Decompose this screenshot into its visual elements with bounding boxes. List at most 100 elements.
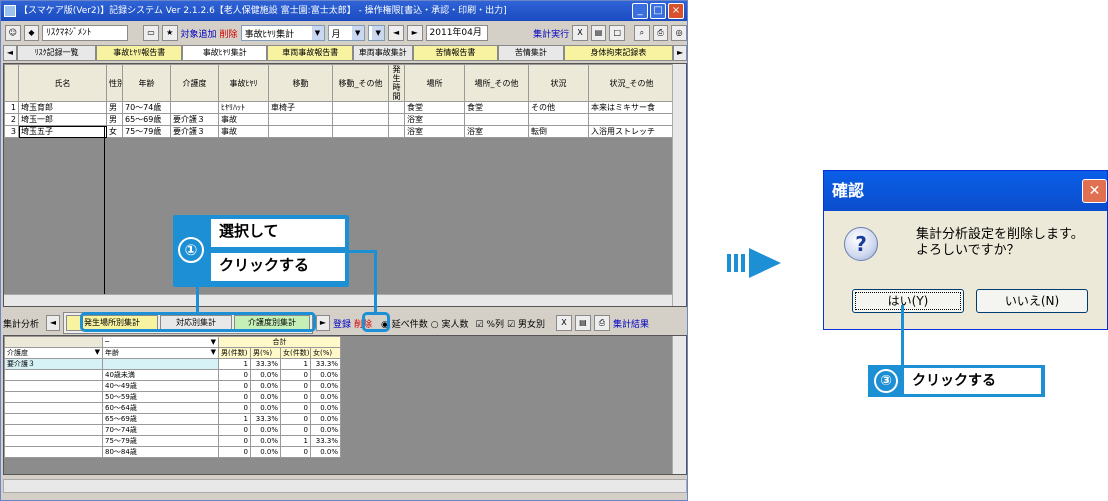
col-header-place[interactable]: 場所: [404, 64, 465, 102]
cell[interactable]: [332, 113, 389, 126]
no-button[interactable]: いいえ(N): [976, 289, 1088, 313]
cell[interactable]: [332, 125, 389, 138]
cell[interactable]: 浴室: [404, 113, 465, 126]
tab-vehicle-report[interactable]: 車両事故報告書: [267, 45, 353, 61]
analysis-tab-right-icon[interactable]: ►: [316, 315, 330, 331]
cell[interactable]: [464, 113, 529, 126]
table-row[interactable]: 40～49歳 0 0.0% 0 0.0%: [4, 380, 341, 392]
tab-vehicle-summary[interactable]: 車両事故集計: [352, 45, 413, 61]
cell[interactable]: 事故: [218, 113, 269, 126]
cell[interactable]: 転倒: [528, 125, 589, 138]
cell[interactable]: 要介護３: [170, 113, 219, 126]
care-level-select[interactable]: 介護度 ▼: [4, 347, 103, 359]
excel-icon[interactable]: X: [572, 25, 588, 41]
cell[interactable]: その他: [528, 101, 589, 114]
cell[interactable]: [268, 125, 333, 138]
risk-management-field[interactable]: ﾘｽｸﾏﾈｼﾞﾒﾝﾄ: [42, 25, 129, 41]
col-header-movement-other[interactable]: 移動_その他: [332, 64, 389, 102]
cell[interactable]: [388, 113, 405, 126]
col-header-situation[interactable]: 状況: [528, 64, 589, 102]
table-row[interactable]: 1 埼玉育郎 男 70～74歳 ﾋﾔﾘﾊｯﾄ 車椅子 食堂 食堂 その他 本来は…: [4, 101, 675, 114]
analysis-tab-left-icon[interactable]: ◄: [46, 315, 60, 331]
cell[interactable]: [170, 101, 219, 114]
col-header-incident[interactable]: 事故ﾋﾔﾘ: [218, 64, 269, 102]
star-icon[interactable]: ★: [161, 25, 178, 41]
delete-link[interactable]: 削除: [220, 27, 238, 40]
prev-arrow-icon[interactable]: ◄: [388, 25, 404, 41]
cell[interactable]: 男: [106, 101, 123, 114]
table-row[interactable]: 40歳未満 0 0.0% 0 0.0%: [4, 369, 341, 381]
checkbox-gender[interactable]: ☑ 男女別: [507, 317, 545, 330]
cell[interactable]: 入浴用ストレッチ: [588, 125, 675, 138]
cell[interactable]: 75～79歳: [122, 125, 171, 138]
cell[interactable]: 埼玉一郎: [18, 113, 107, 126]
col-header-name[interactable]: 氏名: [18, 64, 107, 102]
tab-complaint-summary[interactable]: 苦情集計: [498, 45, 564, 61]
maximize-button[interactable]: □: [650, 3, 666, 19]
register-link[interactable]: 登録: [333, 317, 351, 330]
print-icon[interactable]: ⎙: [652, 25, 669, 41]
yes-button[interactable]: はい(Y): [852, 289, 964, 313]
cell[interactable]: 浴室: [464, 125, 529, 138]
records-hscroll[interactable]: [4, 294, 672, 306]
csv-icon[interactable]: ▤: [574, 315, 591, 331]
filter-select[interactable]: ─ ▼: [102, 336, 219, 348]
cell[interactable]: 要介護３: [170, 125, 219, 138]
col-header-place-other[interactable]: 場所_その他: [464, 64, 529, 102]
age-select[interactable]: 年齢 ▼: [102, 347, 219, 359]
cell[interactable]: 浴室: [404, 125, 465, 138]
cell[interactable]: [528, 113, 589, 126]
table-row[interactable]: 3 埼玉五子 女 75～79歳 要介護３ 事故 浴室 浴室 転倒 入浴用ストレッ…: [4, 125, 675, 138]
search-icon[interactable]: ⌕: [634, 25, 650, 41]
col-header-care-level[interactable]: 介護度: [170, 64, 219, 102]
table-row[interactable]: 75～79歳 0 0.0% 1 33.3%: [4, 435, 341, 447]
col-header-time[interactable]: 発生時間: [388, 64, 405, 102]
info-icon[interactable]: ◎: [671, 25, 687, 41]
cell[interactable]: 65～69歳: [122, 113, 171, 126]
minimize-button[interactable]: _: [632, 3, 648, 19]
tab-scroll-right-icon[interactable]: ►: [673, 45, 687, 61]
cell[interactable]: [388, 125, 405, 138]
cell[interactable]: 車椅子: [268, 101, 333, 114]
period-select[interactable]: 月 ▼: [327, 25, 365, 41]
bottom-hscroll[interactable]: [3, 479, 687, 493]
checkbox-percent[interactable]: ☑ %列: [476, 317, 505, 330]
table-row[interactable]: 50～59歳 0 0.0% 0 0.0%: [4, 391, 341, 403]
records-vscroll[interactable]: [672, 64, 686, 306]
cell[interactable]: 食堂: [404, 101, 465, 114]
cell[interactable]: 食堂: [464, 101, 529, 114]
date-field[interactable]: 2011年04月: [425, 25, 489, 41]
cell[interactable]: 埼玉育郎: [18, 101, 107, 114]
table-row[interactable]: 60～64歳 0 0.0% 0 0.0%: [4, 402, 341, 414]
excel-icon[interactable]: X: [555, 315, 572, 331]
cell-selected[interactable]: 埼玉五子: [18, 125, 107, 138]
table-row[interactable]: 70～74歳 0 0.0% 0 0.0%: [4, 424, 341, 436]
table-row[interactable]: 65～69歳 1 33.3% 0 0.0%: [4, 413, 341, 425]
dialog-close-icon[interactable]: ✕: [1082, 179, 1107, 203]
cell[interactable]: [268, 113, 333, 126]
cell[interactable]: 事故: [218, 125, 269, 138]
close-button[interactable]: ×: [668, 3, 684, 19]
cell[interactable]: [588, 113, 675, 126]
cell[interactable]: ﾋﾔﾘﾊｯﾄ: [218, 101, 269, 114]
col-header-age[interactable]: 年齢: [122, 64, 171, 102]
folder-icon[interactable]: ▭: [143, 25, 159, 41]
table-row[interactable]: 80～84歳 0 0.0% 0 0.0%: [4, 446, 341, 458]
csv-icon[interactable]: ▤: [590, 25, 607, 41]
risk-icon[interactable]: ◆: [23, 25, 40, 41]
dummy-select[interactable]: ▼: [367, 25, 386, 41]
add-target-link[interactable]: 対象追加: [181, 27, 217, 40]
table-row[interactable]: 要介護３ 1 33.3% 1 33.3%: [4, 358, 341, 370]
print-icon[interactable]: ⎙: [593, 315, 610, 331]
run-aggregate-link[interactable]: 集計実行: [533, 27, 569, 40]
cell[interactable]: 70～74歳: [122, 101, 171, 114]
col-header-situation-other[interactable]: 状況_その他: [588, 64, 675, 102]
people-icon[interactable]: ☺: [5, 25, 21, 41]
col-header-sex[interactable]: 性別: [106, 64, 123, 102]
cell[interactable]: [388, 101, 405, 114]
col-header-movement[interactable]: 移動: [268, 64, 333, 102]
report-type-select[interactable]: 事故ﾋﾔﾘ集計 ▼: [240, 25, 325, 41]
tab-scroll-left-icon[interactable]: ◄: [3, 45, 17, 61]
next-arrow-icon[interactable]: ►: [406, 25, 423, 41]
cell[interactable]: 男: [106, 113, 123, 126]
